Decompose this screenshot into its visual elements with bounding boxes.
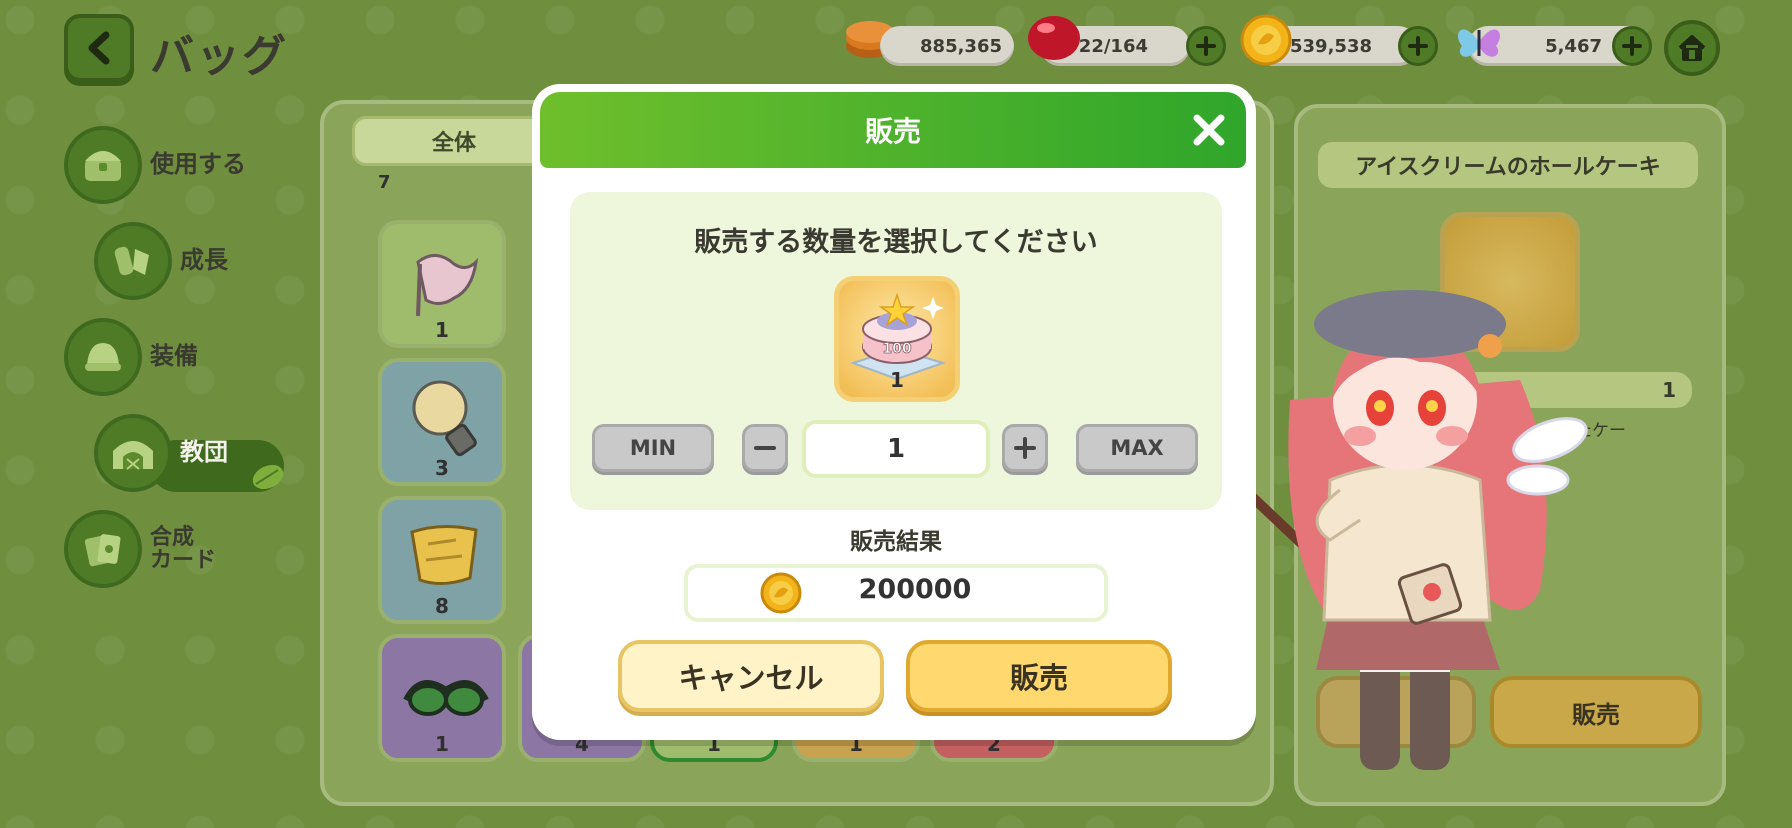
svg-text:100: 100 <box>882 341 911 357</box>
sidebar-item-label: 成長 <box>180 246 228 275</box>
minus-icon <box>754 446 776 450</box>
quantity-prompt: 販売する数量を選択してください <box>694 227 1098 258</box>
slot-count: 7 <box>378 172 391 193</box>
plus-icon <box>1014 437 1036 459</box>
goggles-icon <box>403 679 489 716</box>
tab-all[interactable]: 全体 <box>352 116 556 166</box>
equipment-icon <box>64 318 142 396</box>
item-name: アイスクリームのホールケーキ <box>1318 142 1698 188</box>
add-butterfly-button[interactable] <box>1612 26 1652 66</box>
page-title: バッグ <box>150 31 288 82</box>
inventory-slot[interactable]: 1 <box>378 634 506 762</box>
dialog-item-count: 1 <box>890 368 904 392</box>
plus-icon <box>1622 36 1642 56</box>
light-bulb-icon <box>412 380 477 457</box>
sidebar-item-label: 装備 <box>150 342 198 371</box>
max-button[interactable]: MAX <box>1076 424 1198 472</box>
sale-result-label: 販売結果 <box>850 529 942 555</box>
red-jelly-icon <box>1026 12 1082 64</box>
decrement-button[interactable] <box>742 424 788 472</box>
inventory-slot[interactable]: 1 <box>378 220 506 348</box>
cloth-icon <box>410 524 478 585</box>
increment-button[interactable] <box>1002 424 1048 472</box>
sidebar-item-label: 合成 カード <box>150 524 217 573</box>
sidebar-item-use[interactable]: 使用する <box>64 126 246 204</box>
home-icon <box>1678 35 1706 61</box>
back-button[interactable] <box>64 14 134 82</box>
leaf-icon <box>250 462 286 496</box>
min-button[interactable]: MIN <box>592 424 714 472</box>
chest-icon <box>64 126 142 204</box>
sidebar-item-growth[interactable]: 成長 <box>94 222 228 300</box>
sell-button[interactable]: 販売 <box>906 640 1172 712</box>
shrine-icon <box>94 414 172 492</box>
resource-pancake-value: 885,365 <box>880 26 1014 66</box>
cancel-button[interactable]: キャンセル <box>618 640 884 712</box>
sale-result-value: 200000 <box>858 574 972 605</box>
growth-icon <box>94 222 172 300</box>
gold-coin-icon <box>1240 14 1292 66</box>
sidebar-item-label: 使用する <box>150 150 246 179</box>
inventory-slot[interactable]: 8 <box>378 496 506 624</box>
flag-icon <box>416 254 479 317</box>
character-illustration <box>1220 290 1590 794</box>
sidebar-item-cult[interactable]: 教団 <box>94 414 228 492</box>
dialog-title: 販売 <box>540 92 1246 168</box>
cards-icon <box>64 510 142 588</box>
plus-icon <box>1408 36 1428 56</box>
close-button[interactable] <box>1184 102 1234 158</box>
sidebar-item-synthesis-card[interactable]: 合成 カード <box>64 510 216 588</box>
sidebar-item-label: 教団 <box>180 438 228 467</box>
slot-count: 1 <box>435 732 449 756</box>
chevron-left-icon <box>88 31 110 65</box>
gold-coin-icon <box>760 572 802 618</box>
butterfly-icon <box>1452 16 1506 66</box>
close-icon <box>1193 114 1225 146</box>
add-coin-button[interactable] <box>1398 26 1438 66</box>
inventory-slot[interactable]: 3 <box>378 358 506 486</box>
plus-icon <box>1196 36 1216 56</box>
home-button[interactable] <box>1664 20 1720 76</box>
add-jelly-button[interactable] <box>1186 26 1226 66</box>
sidebar-item-equipment[interactable]: 装備 <box>64 318 198 396</box>
quantity-input[interactable]: 1 <box>802 420 990 478</box>
